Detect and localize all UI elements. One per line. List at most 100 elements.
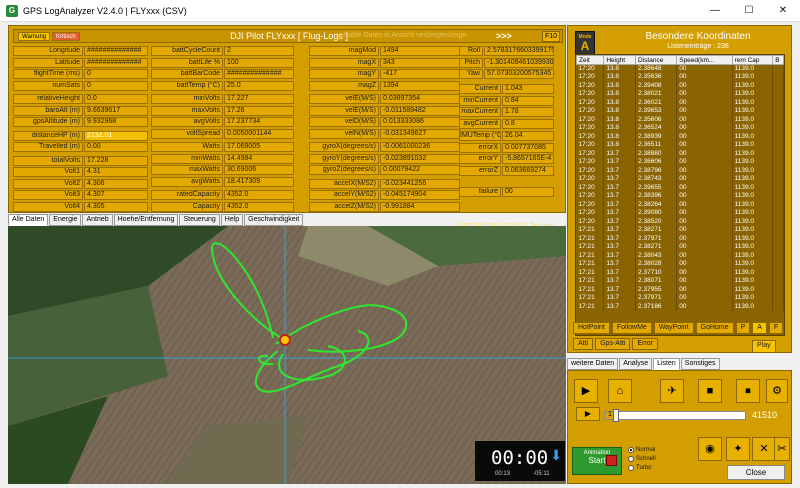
flightmode-p-button[interactable]: P	[735, 322, 751, 334]
field-value: 25.0	[224, 80, 294, 91]
minimize-button[interactable]: —	[698, 0, 732, 22]
table-cell: 00	[676, 107, 733, 116]
table-row[interactable]: 17:20 13.7 2.39655 00 1139.0	[576, 183, 784, 192]
tab-steuerung[interactable]: Steuerung	[179, 214, 220, 226]
tab-help[interactable]: Help	[220, 214, 244, 226]
tab-weitere-daten[interactable]: weitere Daten	[567, 358, 619, 370]
tab-geschwindigkeit[interactable]: Geschwindigkeit	[244, 214, 304, 226]
f10-button[interactable]: F10	[542, 31, 560, 42]
table-cell	[772, 158, 784, 167]
column-header[interactable]: Distance	[635, 55, 678, 65]
start-icon[interactable]: ▶	[574, 379, 598, 403]
table-row[interactable]: 17:20 13.8 2.38648 00 1139.0	[576, 64, 784, 73]
table-row[interactable]: 17:20 13.8 2.35606 00 1139.0	[576, 115, 784, 124]
speed-normal-radio[interactable]: Normal	[628, 447, 655, 453]
step-button[interactable]: ▶	[576, 407, 600, 421]
tab-hoehe-entfernung[interactable]: Hoehe/Entfernung	[113, 214, 179, 226]
delete-icon[interactable]: ✕	[752, 437, 776, 461]
field-label: accelZ(M/S2)	[309, 201, 379, 212]
table-row[interactable]: 17:20 13.8 2.39653 00 1139.0	[576, 107, 784, 116]
tab-sonstiges[interactable]: Sonstiges	[680, 358, 720, 370]
stop-icon[interactable]: ■	[698, 379, 722, 403]
maximize-button[interactable]: ☐	[732, 0, 766, 22]
data-row: Latitude ##############	[13, 57, 148, 68]
flightmode-waypoint-button[interactable]: WayPoint	[653, 322, 694, 334]
table-row[interactable]: 17:20 13.8 2.38021 00 1139.0	[576, 90, 784, 99]
column-header[interactable]: B	[772, 55, 784, 65]
table-row[interactable]: 17:21 13.7 2.38028 00 1139.0	[576, 260, 784, 269]
speed-fast-radio[interactable]: Schnell	[628, 456, 656, 462]
play-button[interactable]: Play	[752, 340, 776, 353]
table-row[interactable]: 17:20 13.7 2.39080 00 1139.0	[576, 209, 784, 218]
table-row[interactable]: 17:21 13.7 2.37971 00 1139.0	[576, 294, 784, 303]
table-row[interactable]: 17:20 13.7 2.36606 00 1139.0	[576, 158, 784, 167]
table-row[interactable]: 17:21 13.7 2.38271 00 1139.0	[576, 243, 784, 252]
tab-alle-daten[interactable]: Alle Daten	[8, 214, 49, 226]
flightmode-followme-button[interactable]: FollowMe	[611, 322, 652, 334]
coordinates-table[interactable]: Zeit Height Distance Speed(km... rem Cap B 17:…	[575, 54, 785, 336]
flightmode-a-button[interactable]: A	[752, 322, 767, 334]
column-header[interactable]: Speed(km...	[676, 55, 733, 65]
table-row[interactable]: 17:21 13.7 2.38043 00 1139.0	[576, 251, 784, 260]
table-row[interactable]: 17:20 13.7 2.38396 00 1139.0	[576, 192, 784, 201]
hide-sensitive-toggle[interactable]: sensible Daten in Ansicht verbergen/zeig…	[336, 32, 466, 39]
table-row[interactable]: 17:20 13.7 2.38743 00 1139.0	[576, 175, 784, 184]
column-header[interactable]: Height	[603, 55, 637, 65]
flightmode-gohome-button[interactable]: GoHome	[695, 322, 734, 334]
column-header[interactable]: rem Cap	[731, 55, 774, 65]
speed-turbo-radio[interactable]: Turbo	[628, 465, 651, 471]
tab-listen[interactable]: Listen	[653, 358, 680, 370]
straight-icon[interactable]: ✈	[660, 379, 684, 403]
tools-icon[interactable]: ✂	[774, 437, 790, 461]
set-icon[interactable]: ✦	[726, 437, 750, 461]
tab-antrieb[interactable]: Antrieb	[82, 214, 113, 226]
field-value: 9.932968	[84, 117, 148, 127]
flight-map[interactable]: 00:00 00:13 -05:11 ⬇	[8, 226, 566, 484]
table-row[interactable]: 17:20 13.7 2.38520 00 1139.0	[576, 217, 784, 226]
table-row[interactable]: 17:21 13.7 2.38071 00 1139.0	[576, 277, 784, 286]
tab-energie[interactable]: Energie	[49, 214, 82, 226]
timeline-slider[interactable]	[604, 409, 746, 422]
data-row: battLife % 100	[151, 57, 294, 68]
table-row[interactable]: 17:21 13.7 2.37971 00 1139.0	[576, 234, 784, 243]
field-value: 17.237734	[224, 117, 294, 127]
download-icon[interactable]: ⬇	[550, 447, 562, 464]
table-row[interactable]: 17:21 13.7 2.38271 00 1139.0	[576, 226, 784, 235]
field-value: -5.8657165E-4	[502, 154, 554, 164]
table-cell: 1139.0	[732, 302, 774, 311]
data-row: maxVolts 17.26	[151, 105, 294, 116]
table-row[interactable]: 17:20 13.8 2.38939 00 1139.0	[576, 132, 784, 141]
column-header[interactable]: Zeit	[576, 55, 605, 65]
ende-icon[interactable]: ⏹	[736, 379, 760, 403]
table-cell	[772, 149, 784, 158]
flightmode-atti-button[interactable]: Atti	[573, 338, 594, 350]
slider-knob[interactable]	[613, 409, 620, 422]
animation-start-button[interactable]: Animation Start	[572, 447, 622, 475]
tab-analyse[interactable]: Analyse	[619, 358, 653, 370]
table-row[interactable]: 17:21 13.7 2.37186 00 1139.0	[576, 302, 784, 311]
close-button[interactable]: Close	[727, 465, 785, 480]
close-window-button[interactable]: ✕	[766, 0, 800, 22]
table-row[interactable]: 17:20 13.8 2.36021 00 1139.0	[576, 98, 784, 107]
table-row[interactable]: 17:20 13.8 2.36524 00 1139.0	[576, 124, 784, 133]
table-row[interactable]: 17:20 13.8 2.36511 00 1139.0	[576, 141, 784, 150]
globe-icon[interactable]: ◉	[698, 437, 722, 461]
table-row[interactable]: 17:20 13.7 2.38880 00 1139.0	[576, 149, 784, 158]
table-row[interactable]: 17:20 13.7 2.38264 00 1139.0	[576, 200, 784, 209]
home-icon[interactable]: ⌂	[608, 379, 632, 403]
table-row[interactable]: 17:20 13.8 2.35636 00 1139.0	[576, 73, 784, 82]
field-value: 30.69006	[224, 165, 294, 175]
table-row[interactable]: 17:21 13.7 2.37955 00 1139.0	[576, 285, 784, 294]
flightmode-f-button[interactable]: F	[768, 322, 784, 334]
flightmode-error-button[interactable]: Error	[632, 338, 658, 350]
field-value: 17.26	[224, 105, 294, 116]
table-row[interactable]: 17:20 13.8 2.39408 00 1139.0	[576, 81, 784, 90]
table-row[interactable]: 17:21 13.7 2.37710 00 1139.0	[576, 268, 784, 277]
more-arrows-button[interactable]: >>>	[496, 31, 512, 41]
settings-icon[interactable]: ⚙	[766, 379, 788, 403]
table-cell: 17:20	[576, 141, 605, 150]
table-cell: 17:20	[576, 166, 605, 175]
flightmode-hotpoint-button[interactable]: HotPoint	[573, 322, 610, 334]
table-row[interactable]: 17:20 13.7 2.38796 00 1139.0	[576, 166, 784, 175]
flightmode-gps-atti-button[interactable]: Gps-Atti	[595, 338, 631, 350]
